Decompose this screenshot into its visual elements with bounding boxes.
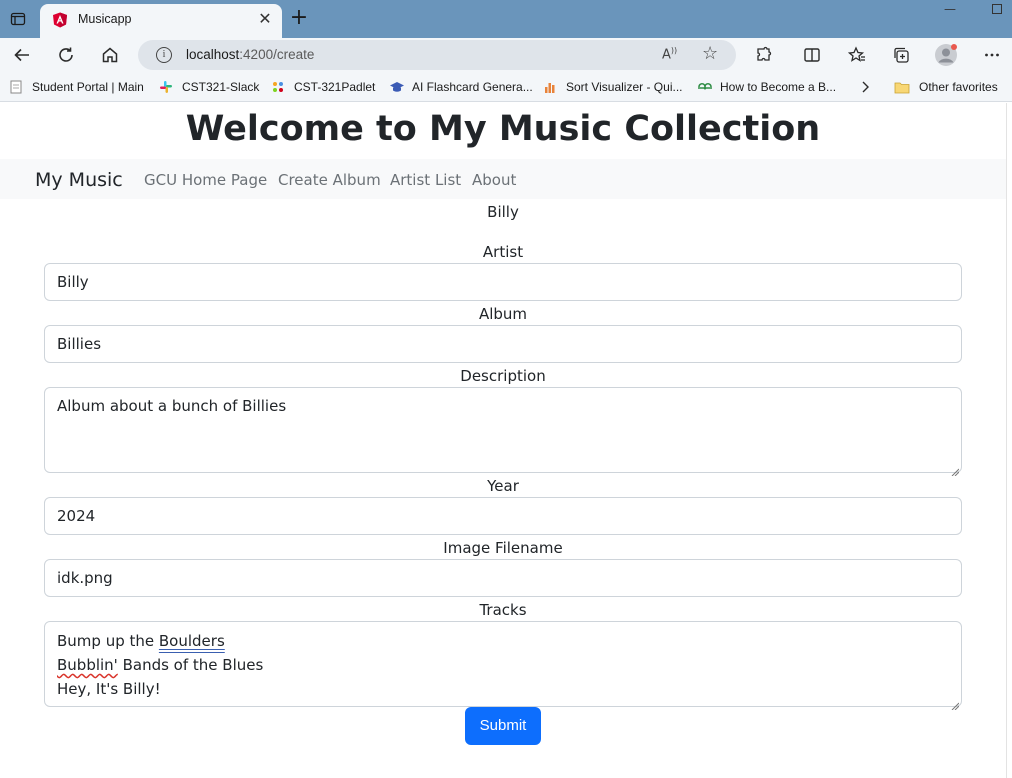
collections-icon[interactable]	[889, 43, 913, 67]
bookmarks-bar: Student Portal | Main CST321-Slack CST-3…	[0, 72, 1012, 102]
artist-preview: Billy	[487, 203, 519, 221]
refresh-icon[interactable]	[54, 43, 78, 67]
bookmark-label: How to Become a B...	[720, 80, 837, 94]
image-filename-label: Image Filename	[443, 539, 563, 557]
track-text: Bands of the Blues	[117, 656, 264, 674]
bookmark-cst321-padlet[interactable]: CST-321Padlet	[271, 79, 375, 95]
profile-avatar-icon[interactable]	[934, 43, 958, 67]
bookmark-label: Sort Visualizer - Qui...	[566, 80, 683, 94]
description-value: Album about a bunch of Billies	[57, 397, 287, 415]
album-input[interactable]: Billies	[44, 325, 962, 363]
scrollbar-track[interactable]	[1006, 103, 1012, 778]
extensions-icon[interactable]	[752, 43, 776, 67]
read-aloud-icon[interactable]: A))	[662, 46, 677, 62]
description-label: Description	[460, 367, 546, 385]
bookmark-cst321-slack[interactable]: CST321-Slack	[159, 79, 259, 95]
year-input-value: 2024	[57, 507, 96, 525]
description-textarea[interactable]: Album about a bunch of Billies	[44, 387, 962, 477]
more-menu-icon[interactable]	[980, 43, 1004, 67]
home-icon[interactable]	[98, 43, 122, 67]
nav-link-create-album[interactable]: Create Album	[278, 171, 381, 189]
bookmark-label: AI Flashcard Genera...	[412, 80, 533, 94]
back-arrow-icon[interactable]	[10, 43, 34, 67]
browser-toolbar: i localhost:4200/create A)) ☆	[0, 38, 1012, 72]
close-tab-icon[interactable]: ✕	[256, 10, 274, 28]
album-label: Album	[478, 305, 528, 323]
new-tab-icon[interactable]: +	[288, 7, 310, 29]
bookmark-student-portal[interactable]: Student Portal | Main	[9, 79, 144, 95]
favorite-star-icon[interactable]: ☆	[702, 43, 718, 64]
nav-link-gcu-home[interactable]: GCU Home Page	[144, 171, 267, 189]
bookmark-other-favorites[interactable]: Other favorites	[894, 79, 998, 95]
resize-handle-icon[interactable]	[951, 696, 960, 711]
gfg-icon	[697, 80, 712, 94]
album-input-value: Billies	[57, 335, 102, 353]
artist-input-value: Billy	[57, 273, 89, 291]
page-icon	[9, 80, 23, 94]
site-navbar: My Music GCU Home Page Create Album Arti…	[0, 159, 1006, 199]
track-line: Bump up the Boulders	[57, 629, 949, 653]
url-path: :4200/create	[239, 47, 315, 62]
bookmark-label: CST-321Padlet	[294, 80, 376, 94]
page-title: Welcome to My Music Collection	[185, 109, 821, 149]
tab-actions-icon[interactable]	[8, 9, 28, 29]
bookmarks-more-chevron-icon[interactable]	[860, 79, 870, 95]
minimize-icon[interactable]: —	[944, 2, 960, 16]
bookmark-label: Other favorites	[919, 80, 998, 94]
padlet-icon	[271, 80, 285, 94]
bar-chart-icon	[543, 80, 557, 94]
angular-icon	[52, 12, 68, 28]
track-line: Hey, It's Billy!	[57, 680, 161, 698]
url-host: localhost	[186, 47, 240, 62]
graduation-cap-icon	[389, 80, 404, 94]
url-text[interactable]: localhost:4200/create	[186, 47, 314, 62]
submit-button[interactable]: Submit	[465, 707, 541, 745]
tab-title: Musicapp	[78, 12, 132, 26]
nav-link-about[interactable]: About	[472, 171, 516, 189]
favorites-icon[interactable]	[845, 43, 869, 67]
artist-input[interactable]: Billy	[44, 263, 962, 301]
spelling-flagged-word[interactable]: Bubblin'	[57, 656, 118, 674]
image-filename-input[interactable]: idk.png	[44, 559, 962, 597]
split-screen-icon[interactable]	[800, 43, 824, 67]
track-text: Bump up the	[57, 632, 159, 650]
resize-handle-icon[interactable]	[951, 462, 960, 477]
page-content: Welcome to My Music Collection My Music …	[0, 103, 1012, 778]
browser-tab[interactable]: Musicapp ✕	[40, 4, 282, 38]
bookmark-label: Student Portal | Main	[32, 80, 144, 94]
artist-label: Artist	[482, 243, 524, 261]
site-info-icon[interactable]: i	[156, 47, 172, 63]
grammar-flagged-word[interactable]: Boulders	[159, 632, 225, 650]
bookmark-sort-visualizer[interactable]: Sort Visualizer - Qui...	[543, 79, 682, 95]
bookmark-how-to-become[interactable]: How to Become a B...	[697, 79, 836, 95]
folder-icon	[894, 80, 910, 94]
year-label: Year	[487, 477, 519, 495]
slack-icon	[159, 80, 173, 94]
year-input[interactable]: 2024	[44, 497, 962, 535]
image-filename-value: idk.png	[57, 569, 113, 587]
bookmark-ai-flashcard[interactable]: AI Flashcard Genera...	[389, 79, 533, 95]
navbar-brand[interactable]: My Music	[35, 169, 123, 191]
track-line: Bubblin' Bands of the Blues	[57, 653, 949, 677]
nav-link-artist-list[interactable]: Artist List	[390, 171, 461, 189]
tracks-label: Tracks	[479, 601, 527, 619]
browser-tab-bar: Musicapp ✕ + —	[0, 0, 1012, 38]
bookmark-label: CST321-Slack	[182, 80, 260, 94]
address-bar[interactable]: i localhost:4200/create A)) ☆	[138, 40, 736, 70]
tracks-textarea[interactable]: Bump up the Boulders Bubblin' Bands of t…	[44, 621, 962, 711]
maximize-icon[interactable]	[992, 4, 1002, 14]
